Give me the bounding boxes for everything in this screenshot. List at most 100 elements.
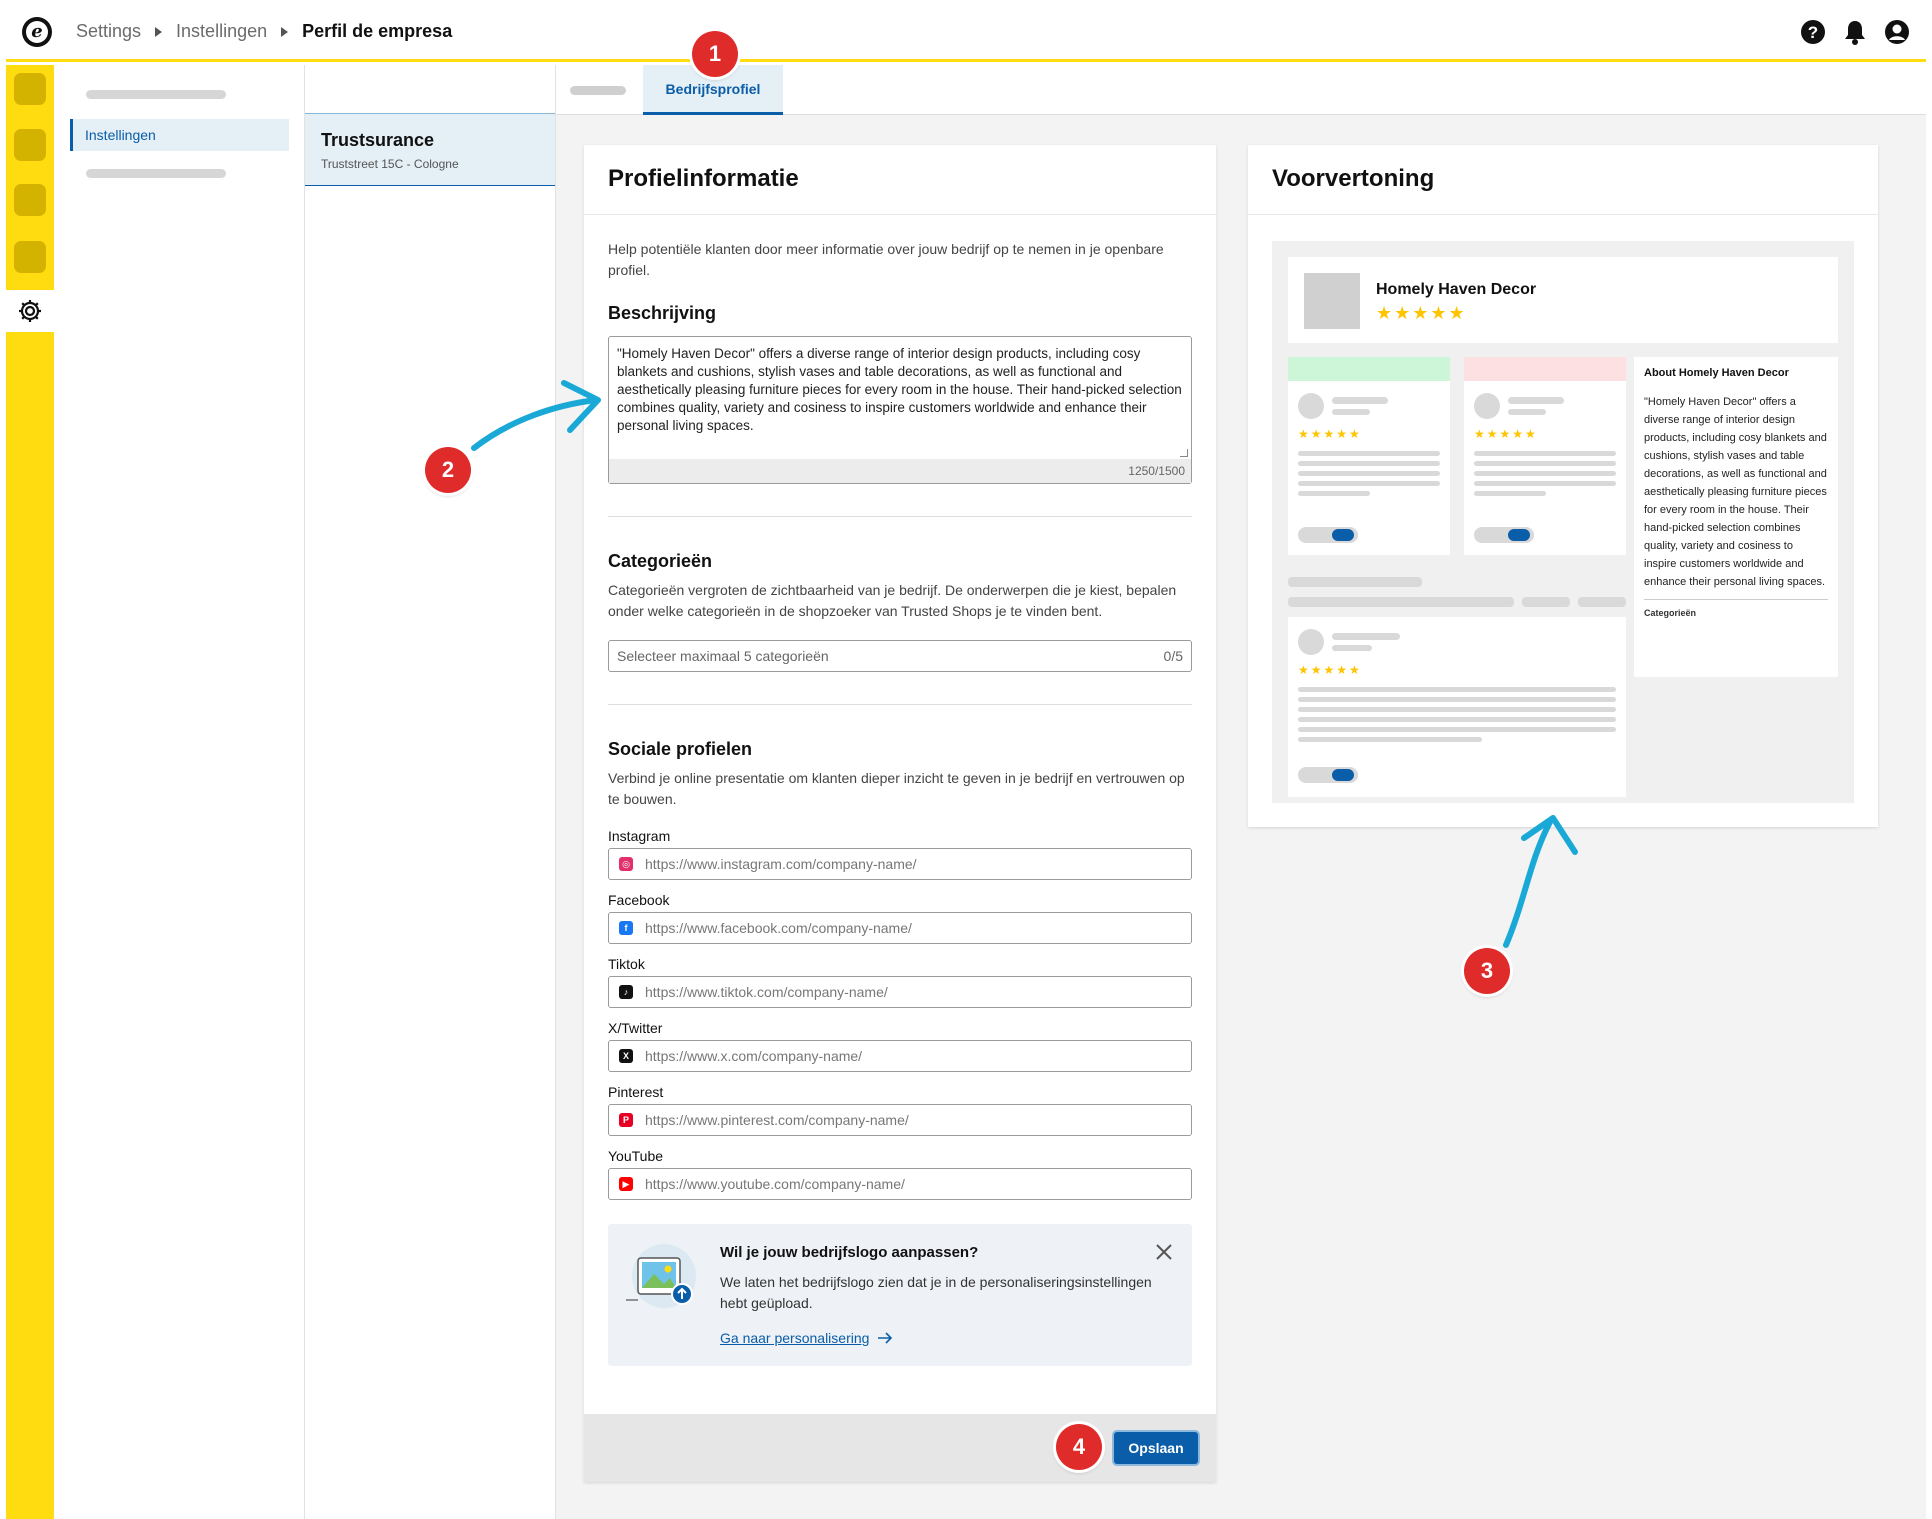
social-label-facebook: Facebook: [608, 892, 670, 908]
preview-toggle: [1474, 527, 1534, 543]
preview-skeleton: [1298, 697, 1616, 702]
close-icon[interactable]: [1154, 1242, 1174, 1262]
social-input-facebook[interactable]: f https://www.facebook.com/company-name/: [608, 912, 1192, 944]
preview-skeleton: [1474, 471, 1616, 476]
section-divider: [608, 704, 1192, 705]
preview-skeleton: [1474, 461, 1616, 466]
categories-select[interactable]: Selecteer maximaal 5 categorieën 0/5: [608, 640, 1192, 672]
rail-item[interactable]: [14, 129, 46, 161]
profile-card: Profielinformatie Help potentiële klante…: [584, 145, 1216, 1482]
preview-skeleton: [1332, 645, 1372, 651]
instagram-icon: ◎: [619, 857, 633, 871]
nav-item-instellingen[interactable]: Instellingen: [70, 119, 289, 151]
social-input-placeholder: https://www.x.com/company-name/: [645, 1048, 863, 1064]
preview-skeleton: [1332, 633, 1400, 640]
preview-review-negative-band: [1464, 357, 1626, 381]
preview-about-divider: [1644, 599, 1828, 600]
preview-skeleton: [1508, 397, 1564, 404]
resize-handle-icon[interactable]: [1180, 449, 1188, 457]
preview-skeleton: [1332, 397, 1388, 404]
description-title: Beschrijving: [608, 303, 717, 323]
preview-skeleton: [1298, 451, 1440, 456]
nav-placeholder: [86, 169, 226, 178]
bell-icon[interactable]: [1842, 19, 1868, 45]
social-input-instagram[interactable]: ◎ https://www.instagram.com/company-name/: [608, 848, 1192, 880]
logo-banner-text: We laten het bedrijfslogo zien dat je in…: [720, 1274, 1152, 1311]
svg-text:?: ?: [1808, 23, 1818, 42]
description-counter: 1250/1500: [609, 459, 1191, 483]
logo-info-banner: Wil je jouw bedrijfslogo aanpassen? We l…: [608, 1224, 1192, 1366]
preview-skeleton: [1288, 577, 1422, 587]
help-icon[interactable]: ?: [1800, 19, 1826, 45]
shop-list: Trustsurance Truststreet 15C - Cologne: [305, 65, 556, 1519]
tab-placeholder[interactable]: [570, 86, 626, 95]
breadcrumb-current: Perfil de empresa: [302, 21, 453, 41]
preview-review-stars: ★★★★★: [1298, 427, 1362, 441]
shop-item-trustsurance[interactable]: Trustsurance Truststreet 15C - Cologne: [305, 113, 555, 186]
preview-skeleton: [1298, 737, 1482, 742]
preview-skeleton: [1508, 409, 1546, 415]
pinterest-icon: P: [619, 1113, 633, 1127]
social-input-pinterest[interactable]: Phttps://www.pinterest.com/company-name/: [608, 1104, 1192, 1136]
preview-skeleton: [1298, 461, 1440, 466]
rail-item[interactable]: [14, 241, 46, 273]
social-title: Sociale profielen: [608, 739, 753, 759]
preview-skeleton: [1298, 491, 1370, 496]
social-input-youtube[interactable]: ▶ https://www.youtube.com/company-name/: [608, 1168, 1192, 1200]
profile-help-text: Help potentiële klanten door meer inform…: [608, 241, 1164, 278]
preview-skeleton: [1474, 481, 1616, 486]
preview-skeleton: [1298, 481, 1440, 486]
breadcrumb-separator-icon: [155, 26, 163, 37]
description-textarea[interactable]: "Homely Haven Decor" offers a diverse ra…: [608, 336, 1192, 484]
social-label-youtube: YouTube: [608, 1148, 664, 1164]
rail-item[interactable]: [14, 184, 46, 216]
preview-skeleton: [1332, 409, 1370, 415]
social-label-xtwitter: X/Twitter: [608, 1020, 663, 1036]
rail-item[interactable]: [14, 73, 46, 105]
profile-card-title: Profielinformatie: [584, 145, 1216, 215]
rail-item-settings[interactable]: [6, 290, 54, 332]
social-input-placeholder: https://www.instagram.com/company-name/: [645, 856, 917, 872]
x-icon: X: [619, 1049, 633, 1063]
nav-placeholder: [86, 90, 226, 99]
preview-skeleton: [1298, 687, 1616, 692]
breadcrumb-instellingen[interactable]: Instellingen: [176, 21, 267, 42]
preview-star-rating: ★★★★★: [1376, 303, 1467, 323]
settings-nav: Instellingen: [54, 65, 305, 1519]
preview-skeleton: [1288, 597, 1514, 607]
trusted-shops-logo-icon[interactable]: e: [22, 16, 52, 47]
preview-skeleton: [1474, 451, 1616, 456]
preview-skeleton: [1298, 707, 1616, 712]
preview-avatar: [1298, 393, 1324, 419]
save-button[interactable]: Opslaan: [1114, 1432, 1198, 1464]
personalisation-link-label: Ga naar personalisering: [720, 1330, 870, 1346]
preview-review-positive-band: [1288, 357, 1450, 381]
social-input-placeholder: https://www.pinterest.com/company-name/: [645, 1112, 909, 1128]
section-divider: [608, 516, 1192, 517]
preview-avatar: [1474, 393, 1500, 419]
arrow-right-icon: [878, 1332, 893, 1344]
social-input-placeholder: https://www.youtube.com/company-name/: [645, 1176, 905, 1192]
preview-about-categories: Categorieën: [1644, 608, 1697, 618]
preview-card-title: Voorvertoning: [1248, 145, 1878, 215]
profile-card-footer: Opslaan: [584, 1414, 1216, 1482]
preview-about-text: "Homely Haven Decor" offers a diverse ra…: [1644, 396, 1827, 588]
social-input-tiktok[interactable]: ♪ https://www.tiktok.com/company-name/: [608, 976, 1192, 1008]
preview-skeleton: [1298, 717, 1616, 722]
user-account-icon[interactable]: [1884, 19, 1910, 45]
breadcrumb-settings[interactable]: Settings: [76, 21, 141, 42]
gear-icon: [19, 300, 41, 322]
personalisation-link[interactable]: Ga naar personalisering: [720, 1330, 893, 1346]
preview-review-stars: ★★★★★: [1474, 427, 1538, 441]
preview-skeleton: [1298, 471, 1440, 476]
preview-shop-name: Homely Haven Decor: [1376, 281, 1537, 298]
social-input-xtwitter[interactable]: Xhttps://www.x.com/company-name/: [608, 1040, 1192, 1072]
tiktok-icon: ♪: [619, 985, 633, 999]
preview-skeleton: [1522, 597, 1570, 607]
preview-review-card: ★★★★★: [1288, 617, 1626, 797]
annotation-badge-1: 1: [692, 31, 738, 77]
preview-skeleton: [1578, 597, 1626, 607]
social-input-placeholder: https://www.facebook.com/company-name/: [645, 920, 912, 936]
preview-review-stars: ★★★★★: [1298, 663, 1362, 677]
annotation-badge-2: 2: [425, 447, 471, 493]
